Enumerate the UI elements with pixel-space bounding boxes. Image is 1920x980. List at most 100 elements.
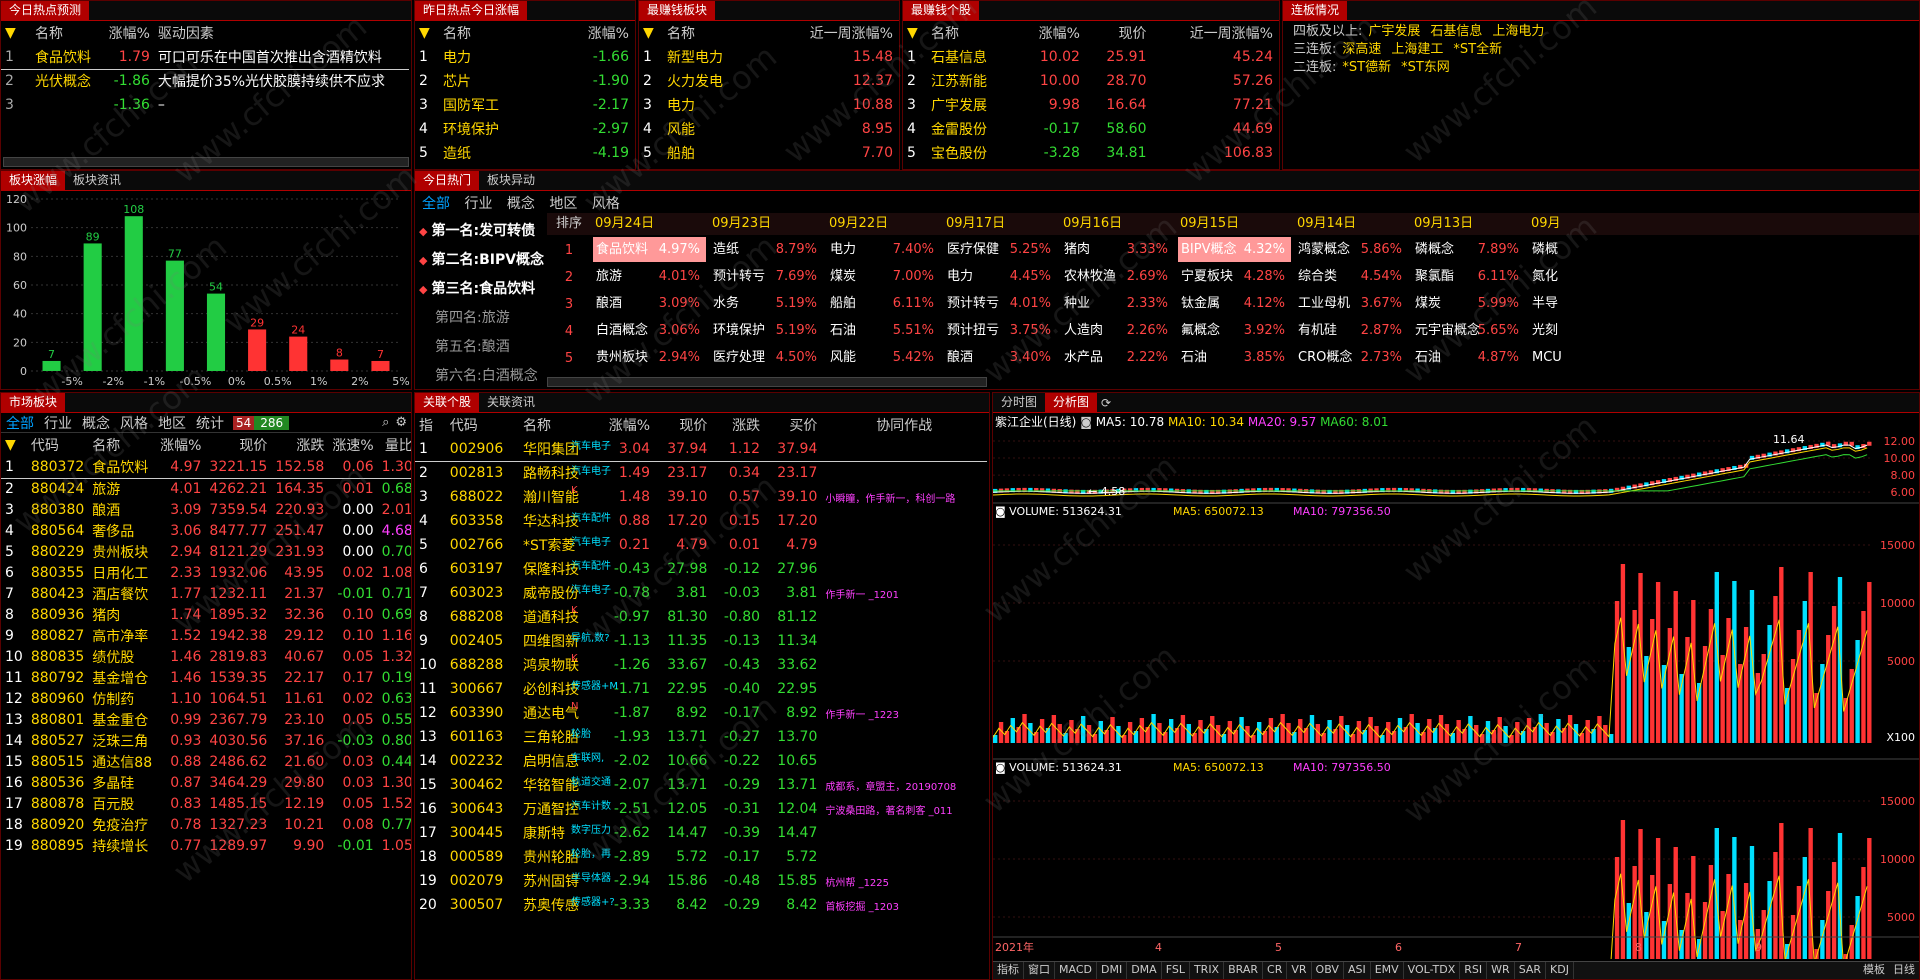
table-row[interactable]: 6 603197 保隆科技 汽车配件 -0.43 27.98 -0.12 27.96 bbox=[415, 557, 987, 581]
hot-cell[interactable]: 风能 5.42% bbox=[827, 345, 940, 370]
subtab-style[interactable]: 风格 bbox=[587, 193, 625, 213]
col-reason[interactable]: 驱动因素 bbox=[154, 21, 409, 45]
subtab-style[interactable]: 风格 bbox=[115, 413, 153, 433]
limit-up-stock[interactable]: 上海电力 bbox=[1492, 24, 1544, 39]
table-row[interactable]: 3 880380 酿酒 3.09 7359.54 220.93 0.00 2.01 bbox=[1, 499, 412, 520]
indicator-tab[interactable]: KDJ bbox=[1546, 962, 1574, 979]
tab-today-hot[interactable]: 今日热门 bbox=[415, 170, 479, 190]
col-name[interactable]: 名称 bbox=[519, 413, 595, 437]
table-row[interactable]: 2 002813 路畅科技 汽车电子 1.49 23.17 0.34 23.17 bbox=[415, 461, 987, 485]
bar[interactable] bbox=[330, 360, 348, 371]
indicator-tab[interactable]: DMA bbox=[1127, 962, 1162, 979]
table-row[interactable]: 5 宝色股份 -3.28 34.81 106.83 bbox=[903, 141, 1277, 165]
hot-cell[interactable]: 综合类 4.54% bbox=[1295, 264, 1408, 289]
limit-up-stock[interactable]: *ST德新 bbox=[1342, 60, 1391, 75]
hot-cell[interactable]: 酿酒 3.09% bbox=[593, 291, 706, 316]
hot-cell[interactable]: 人造肉 2.26% bbox=[1061, 318, 1174, 343]
limit-up-stock[interactable]: *ST东网 bbox=[1401, 60, 1450, 75]
hot-rank-item[interactable]: 第六名:白酒概念 bbox=[419, 362, 545, 390]
table-row[interactable]: 5 880229 贵州板块 2.94 8121.29 231.93 0.00 0.70 bbox=[1, 541, 412, 562]
template-tab[interactable]: 模板 bbox=[1859, 962, 1889, 979]
search-icon[interactable]: ⌕ bbox=[382, 415, 389, 430]
table-row[interactable]: 17 300445 康斯特 数字压力 -2.62 14.47 -0.39 14.47 bbox=[415, 821, 987, 845]
date-header[interactable]: 09月16日 bbox=[1063, 213, 1122, 235]
hot-cell[interactable]: 医疗保健 5.25% bbox=[944, 237, 1057, 262]
col-code[interactable]: 代码 bbox=[446, 413, 519, 437]
hot-rank-item[interactable]: 第四名:旅游 bbox=[419, 304, 545, 333]
hot-cell[interactable]: 磷概 bbox=[1529, 237, 1642, 262]
hot-cell[interactable]: 预计扭亏 3.75% bbox=[944, 318, 1057, 343]
limit-up-stock[interactable]: *ST全新 bbox=[1453, 42, 1502, 57]
table-row[interactable]: 3 广宇发展 9.98 16.64 77.21 bbox=[903, 93, 1277, 117]
hot-cell[interactable]: 食品饮料 4.97% bbox=[593, 237, 706, 262]
table-row[interactable]: 1 002906 华阳集团 汽车电子 3.04 37.94 1.12 37.94 bbox=[415, 437, 987, 461]
table-row[interactable]: 8 880936 猪肉 1.74 1895.32 32.36 0.10 0.69 bbox=[1, 604, 412, 625]
indicator-tab[interactable]: 窗口 bbox=[1024, 962, 1055, 979]
table-row[interactable]: 3 国防军工 -2.17 bbox=[415, 93, 633, 117]
table-row[interactable]: 16 880536 多晶硅 0.87 3464.29 29.80 0.03 1.30 bbox=[1, 772, 412, 793]
hot-cell[interactable]: 旅游 4.01% bbox=[593, 264, 706, 289]
indicator-tab[interactable]: BRAR bbox=[1224, 962, 1263, 979]
table-row[interactable]: 4 金雷股份 -0.17 58.60 44.69 bbox=[903, 117, 1277, 141]
horizontal-scrollbar[interactable] bbox=[3, 157, 409, 167]
col-pct[interactable]: 涨幅% bbox=[1016, 21, 1084, 45]
hot-cell[interactable]: 煤炭 5.99% bbox=[1412, 291, 1525, 316]
limit-up-stock[interactable]: 上海建工 bbox=[1391, 42, 1443, 57]
tab-sector-move[interactable]: 板块异动 bbox=[479, 170, 543, 190]
hot-rank-item[interactable]: ◆ 第二名:BIPV概念 bbox=[419, 246, 545, 275]
hot-cell[interactable]: 水产品 2.22% bbox=[1061, 345, 1174, 370]
table-row[interactable]: 2 江苏新能 10.00 28.70 57.26 bbox=[903, 69, 1277, 93]
indicator-tab[interactable]: TRIX bbox=[1190, 962, 1224, 979]
table-row[interactable]: 4 风能 8.95 bbox=[639, 117, 897, 141]
hot-cell[interactable]: 造纸 8.79% bbox=[710, 237, 823, 262]
hot-cell[interactable]: 白酒概念 3.06% bbox=[593, 318, 706, 343]
date-header[interactable]: 09月23日 bbox=[712, 213, 771, 235]
col-speed[interactable]: 涨速% bbox=[328, 433, 377, 457]
col-name[interactable]: 名称 bbox=[927, 21, 1016, 45]
horizontal-scrollbar[interactable] bbox=[547, 377, 987, 387]
bar[interactable] bbox=[371, 361, 389, 371]
hot-cell[interactable]: 酿酒 3.40% bbox=[944, 345, 1057, 370]
col-name[interactable]: 名称 bbox=[88, 433, 156, 457]
table-row[interactable]: 15 880515 通达信88 0.88 2486.62 21.60 0.03 0.44 bbox=[1, 751, 412, 772]
table-row[interactable]: 6 880355 日用化工 2.33 1932.06 43.95 0.02 1.08 bbox=[1, 562, 412, 583]
hot-rank-item[interactable]: ◆ 第一名:发可转债 bbox=[419, 217, 545, 246]
table-row[interactable]: 11 880792 基金增仓 1.46 1539.35 22.17 0.17 0.19 bbox=[1, 667, 412, 688]
hot-cell[interactable]: 氮化 bbox=[1529, 264, 1642, 289]
limit-up-stock[interactable]: 广宇发展 bbox=[1368, 24, 1420, 39]
col-pct[interactable]: 涨幅% bbox=[156, 433, 205, 457]
hot-cell[interactable]: 贵州板块 2.94% bbox=[593, 345, 706, 370]
bar[interactable] bbox=[289, 337, 307, 371]
table-row[interactable]: 5 造纸 -4.19 bbox=[415, 141, 633, 165]
col-week[interactable]: 近一周涨幅% bbox=[759, 21, 897, 45]
hot-cell[interactable]: BIPV概念 4.32% bbox=[1178, 237, 1291, 262]
table-row[interactable]: 5 002766 *ST索菱 汽车电子 0.21 4.79 0.01 4.79 bbox=[415, 533, 987, 557]
tab-hot-forecast[interactable]: 今日热点预测 bbox=[1, 0, 89, 20]
table-row[interactable]: 4 603358 华达科技 汽车配件 0.88 17.20 0.15 17.20 bbox=[415, 509, 987, 533]
sort-icon[interactable]: ▼ bbox=[5, 25, 16, 41]
col-name[interactable]: 名称 bbox=[439, 21, 549, 45]
sort-icon[interactable]: ▼ bbox=[907, 25, 918, 41]
tab-yesterday-hot[interactable]: 昨日热点今日涨幅 bbox=[415, 0, 527, 20]
col-vol-ratio[interactable]: 量比 bbox=[378, 433, 412, 457]
date-header[interactable]: 09月14日 bbox=[1297, 213, 1356, 235]
subtab-industry[interactable]: 行业 bbox=[459, 193, 497, 213]
hot-cell[interactable]: 元宇宙概念 5.65% bbox=[1412, 318, 1525, 343]
col-bid[interactable]: 买价 bbox=[764, 413, 821, 437]
hot-cell[interactable]: MCU bbox=[1529, 345, 1642, 370]
table-row[interactable]: 1 880372 食品饮料 4.97 3221.15 152.58 0.06 1.30 bbox=[1, 457, 412, 478]
indicator-tab[interactable]: RSI bbox=[1460, 962, 1487, 979]
table-row[interactable]: 18 880920 免疫治疗 0.78 1327.23 10.21 0.08 0.77 bbox=[1, 814, 412, 835]
tab-sector-change[interactable]: 板块涨幅 bbox=[1, 170, 65, 190]
sort-icon[interactable]: ▼ bbox=[5, 437, 16, 453]
table-row[interactable]: 2 芯片 -1.90 bbox=[415, 69, 633, 93]
limit-up-stock[interactable]: 深高速 bbox=[1342, 42, 1381, 57]
refresh-icon[interactable]: ⟳ bbox=[1097, 394, 1115, 412]
date-header[interactable]: 09月17日 bbox=[946, 213, 1005, 235]
table-row[interactable]: 10 880835 绩优股 1.46 2819.83 40.67 0.05 1.32 bbox=[1, 646, 412, 667]
bar[interactable] bbox=[166, 261, 184, 371]
subtab-concept[interactable]: 概念 bbox=[502, 193, 540, 213]
table-row[interactable]: 18 000589 贵州轮胎 轮胎，再 -2.89 5.72 -0.17 5.72 bbox=[415, 845, 987, 869]
hot-cell[interactable]: 聚氯酯 6.11% bbox=[1412, 264, 1525, 289]
table-row[interactable]: 13 601163 三角轮胎 轮胎 -1.93 13.71 -0.27 13.70 bbox=[415, 725, 987, 749]
